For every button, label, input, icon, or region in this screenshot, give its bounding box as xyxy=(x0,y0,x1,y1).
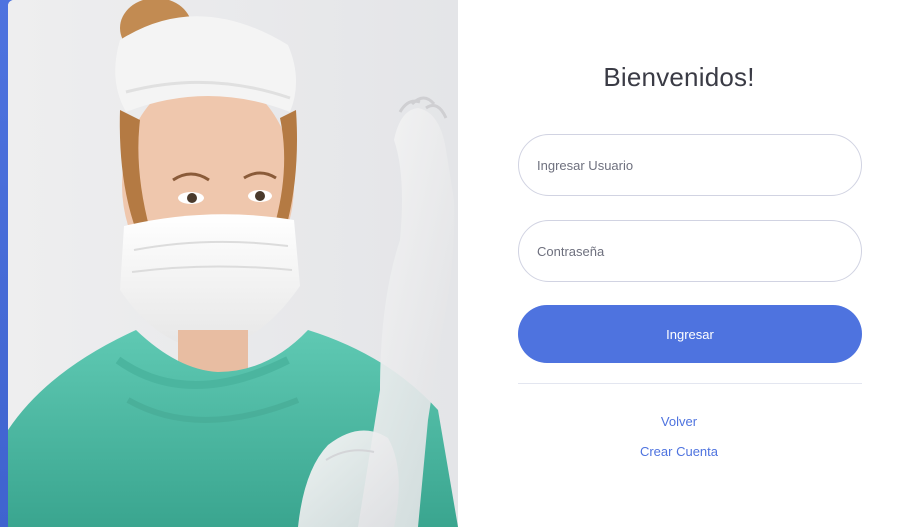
back-link-label: Volver xyxy=(660,414,698,429)
welcome-title: Bienvenidos! xyxy=(603,62,755,92)
back-link[interactable]: Volver xyxy=(458,414,900,429)
login-button[interactable]: Ingresar xyxy=(518,305,862,363)
login-card: Bienvenidos! Ingresar Volver Crear Cuent… xyxy=(8,0,900,527)
form-divider xyxy=(518,383,862,384)
password-input[interactable] xyxy=(518,220,862,282)
login-form-panel: Bienvenidos! Ingresar Volver Crear Cuent… xyxy=(458,0,900,527)
medical-professional-image xyxy=(8,0,458,527)
username-input[interactable] xyxy=(518,134,862,196)
create-account-label: Crear Cuenta xyxy=(639,444,719,459)
create-account-link[interactable]: Crear Cuenta xyxy=(458,444,900,459)
login-photo xyxy=(8,0,458,527)
